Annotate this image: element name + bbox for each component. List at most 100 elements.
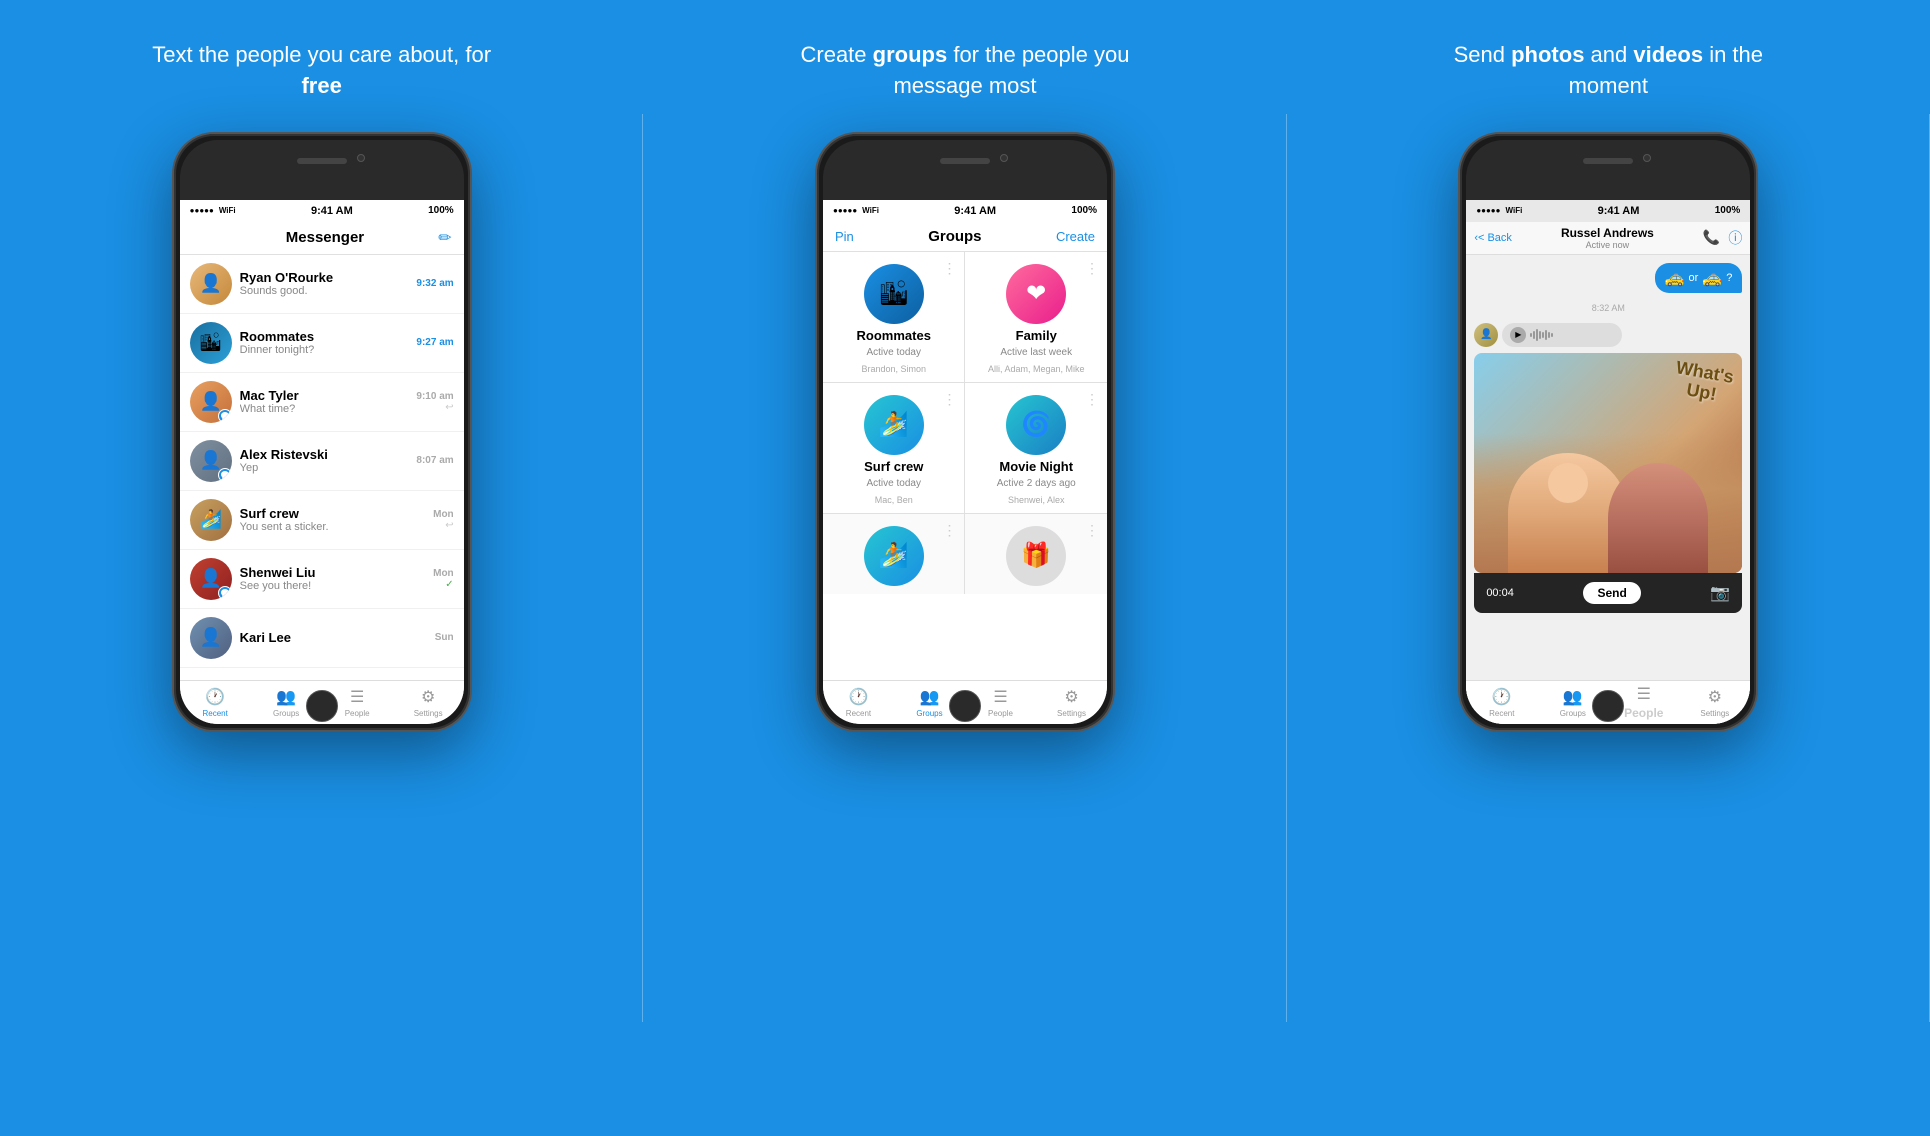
group-members-surf: Mac, Ben (875, 495, 913, 505)
chat-time-roommates: 9:27 am (416, 337, 453, 348)
more-icon-6[interactable]: ⋮ (1085, 522, 1099, 539)
chat-item-ryan[interactable]: 👤 Ryan O'Rourke Sounds good. 9:32 am (180, 255, 464, 314)
panel-1: Text the people you care about, for free… (0, 0, 643, 1136)
groups-pin-btn[interactable]: Pin (835, 229, 854, 244)
phone-speaker-2 (940, 158, 990, 164)
chat-time-shenwei: Mon (433, 568, 454, 579)
chat-actions: 📞 ⓘ (1703, 228, 1742, 248)
video-send-button[interactable]: Send (1583, 582, 1640, 604)
chat-content-surf: Surf crew You sent a sticker. (240, 506, 425, 533)
settings-icon-1: ⚙ (421, 687, 435, 707)
settings-icon-2: ⚙ (1064, 687, 1078, 707)
camera-icon[interactable]: 📷 (1710, 583, 1730, 603)
group-cell-family[interactable]: ⋮ ❤ Family Active last week Alli, Adam, … (965, 252, 1107, 382)
recent-icon-2: 🕐 (849, 687, 869, 707)
groups-icon-2: 👥 (920, 687, 940, 707)
phone-1-screen: ●●●●● WiFi 9:41 AM 100% Messenger ✏ (180, 200, 464, 724)
group-avatar-movienight: 🌀 (1006, 395, 1066, 455)
group-name-surf: Surf crew (864, 459, 923, 474)
tab-groups-label-3: Groups (1560, 709, 1586, 718)
back-label: < Back (1478, 232, 1512, 244)
tab-groups-label-1: Groups (273, 709, 299, 718)
people-icon-1: ☰ (350, 687, 364, 707)
groups-icon-1: 👥 (276, 687, 296, 707)
reply-icon-mac: ↩ (416, 402, 453, 413)
chat-name-roommates: Roommates (240, 329, 409, 344)
chat-content-roommates: Roommates Dinner tonight? (240, 329, 409, 356)
tab-recent-2[interactable]: 🕐 Recent (823, 681, 894, 724)
phone-2: ●●●●● WiFi 9:41 AM 100% Pin Groups Creat… (815, 132, 1115, 732)
tab-settings-3[interactable]: ⚙ Settings (1679, 681, 1750, 724)
group-cell-5[interactable]: ⋮ 🏄 (823, 514, 965, 594)
group-cell-6[interactable]: ⋮ 🎁 (965, 514, 1107, 594)
chat-item-alex[interactable]: 👤 Alex Ristevski Yep 8:07 am (180, 432, 464, 491)
chat-header-contact: Russel Andrews Active now (1516, 226, 1699, 250)
more-icon-roommates[interactable]: ⋮ (942, 260, 956, 277)
groups-content: ⋮ 🏙 Roommates Active today Brandon, Simo… (823, 252, 1107, 724)
groups-icon-3: 👥 (1563, 687, 1583, 707)
info-button[interactable]: ⓘ (1728, 228, 1742, 248)
time-label-832: 8:32 AM (1474, 303, 1742, 313)
chat-preview-shenwei: See you there! (240, 580, 425, 592)
more-icon-movienight[interactable]: ⋮ (1085, 391, 1099, 408)
video-timer: 00:04 (1486, 587, 1514, 599)
chat-name-surf: Surf crew (240, 506, 425, 521)
group-cell-movienight[interactable]: ⋮ 🌀 Movie Night Active 2 days ago Shenwe… (965, 383, 1107, 513)
tab-people-label-2: People (988, 709, 1013, 718)
status-time-2: 9:41 AM (954, 205, 996, 217)
group-cell-surf[interactable]: ⋮ 🏄 Surf crew Active today Mac, Ben (823, 383, 965, 513)
group-members-roommates: Brandon, Simon (861, 364, 926, 374)
tab-people-label-3: People (1624, 706, 1663, 720)
chat-meta-surf: Mon ↩ (433, 509, 454, 531)
chat-item-shenwei[interactable]: 👤 Shenwei Liu See you there! Mon ✓ (180, 550, 464, 609)
tab-settings-2[interactable]: ⚙ Settings (1036, 681, 1107, 724)
more-icon-family[interactable]: ⋮ (1085, 260, 1099, 277)
tab-people-label-1: People (345, 709, 370, 718)
group-avatar-roommates: 🏙 (864, 264, 924, 324)
chat-name-kari: Kari Lee (240, 630, 427, 645)
chat-item-roommates[interactable]: 🏙 Roommates Dinner tonight? 9:27 am (180, 314, 464, 373)
home-button-2[interactable] (949, 690, 981, 722)
chat-preview-alex: Yep (240, 462, 409, 474)
msg-audio-left: 👤 ▶ (1474, 323, 1622, 347)
home-button-3[interactable] (1592, 690, 1624, 722)
audio-play-btn[interactable]: ▶ (1510, 327, 1526, 343)
chat-content-shenwei: Shenwei Liu See you there! (240, 565, 425, 592)
chat-item-mac[interactable]: 👤 Mac Tyler What time? 9:10 am ↩ (180, 373, 464, 432)
groups-create-btn[interactable]: Create (1056, 229, 1095, 244)
chat-item-kari[interactable]: 👤 Kari Lee Sun (180, 609, 464, 668)
tab-recent-1[interactable]: 🕐 Recent (180, 681, 251, 724)
tab-settings-label-1: Settings (414, 709, 443, 718)
call-button[interactable]: 📞 (1703, 229, 1720, 246)
group-cell-roommates[interactable]: ⋮ 🏙 Roommates Active today Brandon, Simo… (823, 252, 965, 382)
compose-icon[interactable]: ✏ (438, 228, 451, 248)
chat-content-kari: Kari Lee (240, 630, 427, 645)
chat-item-surf[interactable]: 🏄 Surf crew You sent a sticker. Mon ↩ (180, 491, 464, 550)
panel-1-title: Text the people you care about, for free (132, 40, 512, 102)
more-icon-5[interactable]: ⋮ (942, 522, 956, 539)
signal-dots: ●●●●● WiFi (190, 206, 236, 215)
tab-recent-3[interactable]: 🕐 Recent (1466, 681, 1537, 724)
chat-meta-alex: 8:07 am (416, 455, 453, 466)
audio-bubble[interactable]: ▶ (1502, 323, 1622, 347)
tab-groups-label-2: Groups (916, 709, 942, 718)
messenger-header: Messenger ✏ (180, 222, 464, 255)
home-button-1[interactable] (306, 690, 338, 722)
chat-name-alex: Alex Ristevski (240, 447, 409, 462)
group-status-roommates: Active today (866, 347, 920, 358)
chat-time-surf: Mon (433, 509, 454, 520)
badge-shenwei (218, 586, 232, 600)
more-icon-surf[interactable]: ⋮ (942, 391, 956, 408)
panel-3-title: Send photos and videos in the moment (1418, 40, 1798, 102)
phone-camera-2 (1000, 154, 1008, 162)
panel-3: Send photos and videos in the moment ●●●… (1287, 0, 1930, 1136)
back-button[interactable]: ‹ < Back (1474, 232, 1512, 244)
chat-list: 👤 Ryan O'Rourke Sounds good. 9:32 am (180, 255, 464, 724)
phone-3: ●●●●● WiFi 9:41 AM 100% ‹ < Back Ru (1458, 132, 1758, 732)
chat-meta-shenwei: Mon ✓ (433, 568, 454, 590)
status-bar-3: ●●●●● WiFi 9:41 AM 100% (1466, 200, 1750, 222)
avatar-roommates: 🏙 (190, 322, 232, 364)
photo-message-container: What'sUp! (1474, 353, 1742, 613)
groups-grid: ⋮ 🏙 Roommates Active today Brandon, Simo… (823, 252, 1107, 594)
tab-settings-1[interactable]: ⚙ Settings (393, 681, 464, 724)
